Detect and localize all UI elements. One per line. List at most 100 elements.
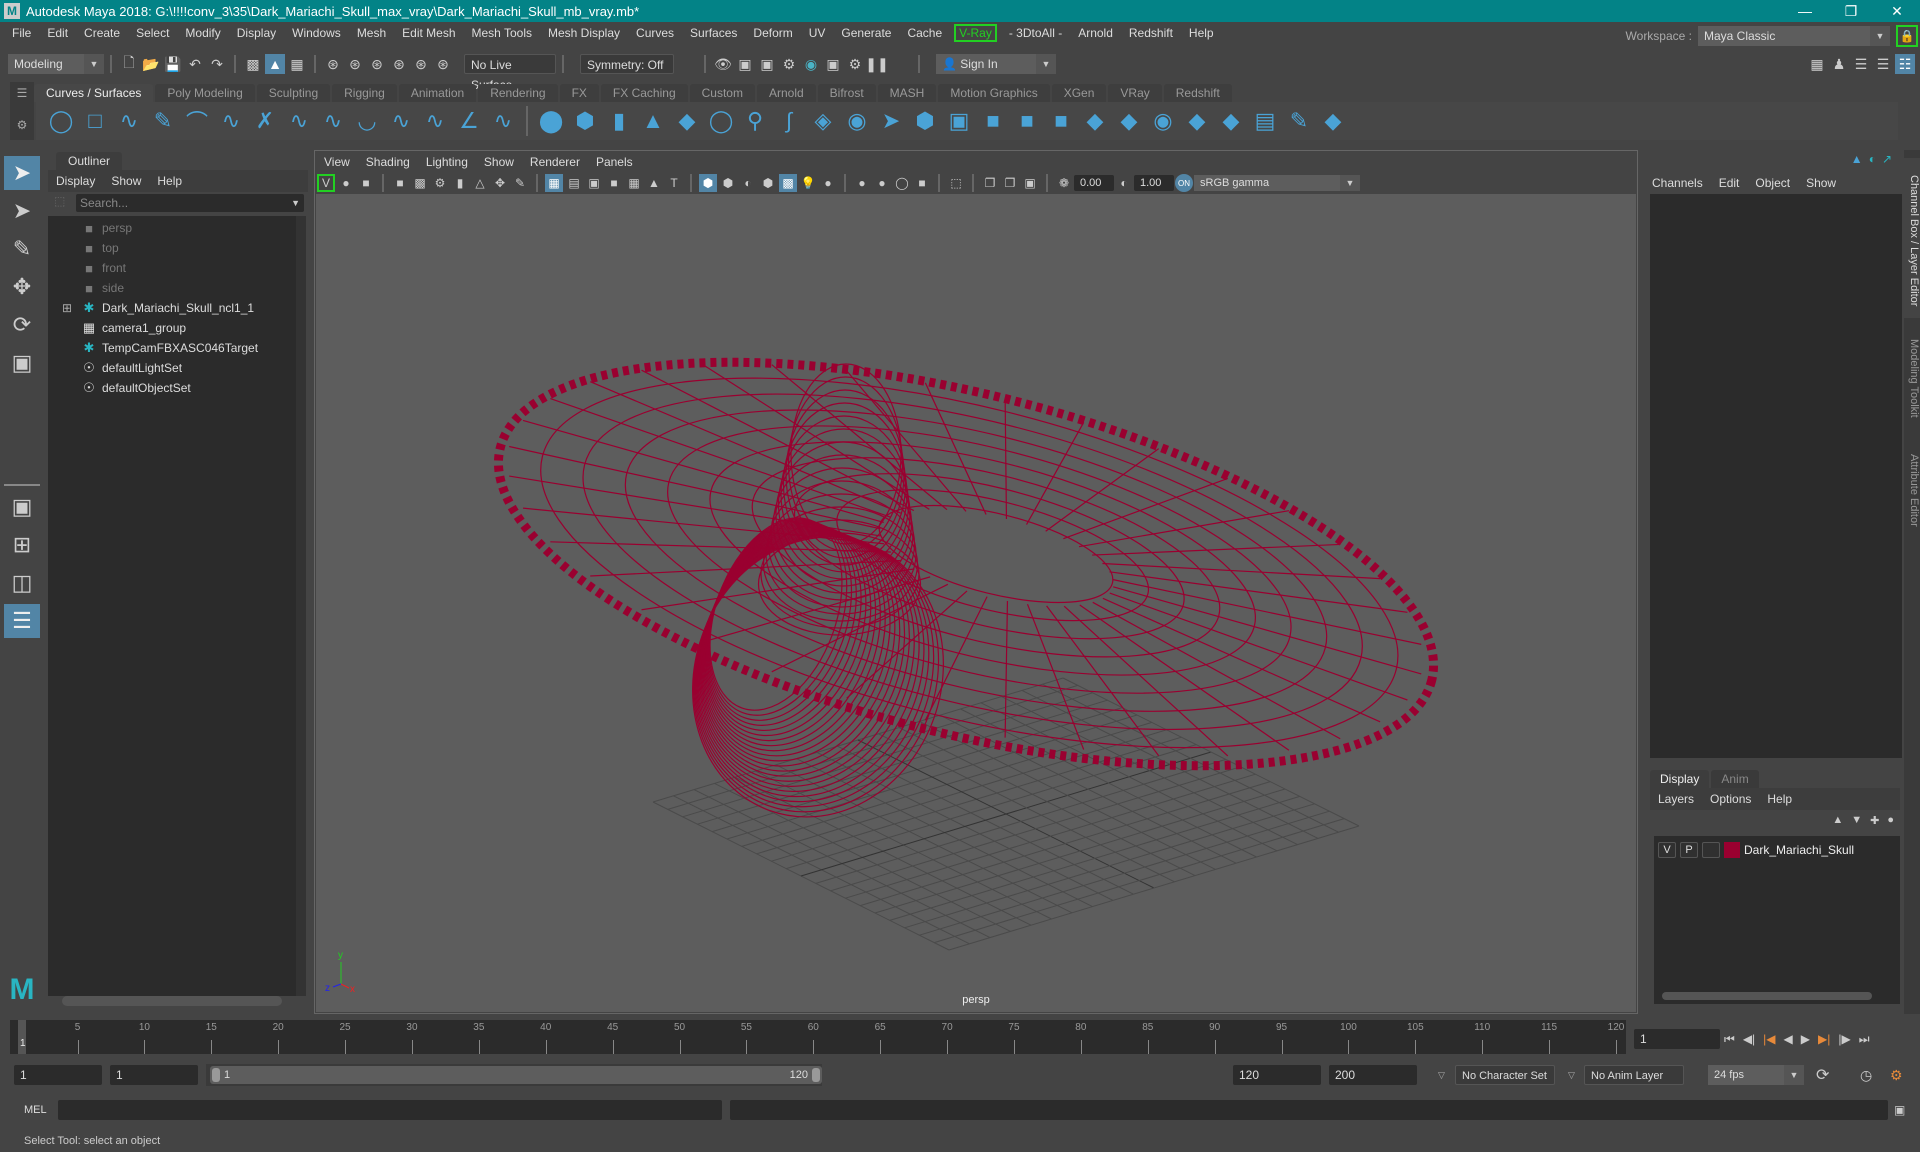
playback-end-field[interactable]: 120 <box>1233 1065 1321 1085</box>
color-space-dropdown[interactable]: sRGB gamma ▼ <box>1194 175 1360 191</box>
render-current-icon[interactable]: ▣ <box>735 54 755 74</box>
side-tab-channel-box[interactable]: Channel Box / Layer Editor <box>1904 158 1920 318</box>
menu-vray[interactable]: V-Ray <box>954 24 997 42</box>
restore-button[interactable]: ❐ <box>1828 0 1874 22</box>
intersect-surface-icon[interactable]: ◉ <box>1149 107 1177 135</box>
2d-pan-zoom-icon[interactable]: ✥ <box>491 174 509 192</box>
expand-icon[interactable]: ⊞ <box>62 301 80 315</box>
menu-uv[interactable]: UV <box>801 26 834 40</box>
command-input[interactable] <box>58 1100 722 1120</box>
range-slider-handle[interactable]: 1 120 <box>210 1066 822 1084</box>
menu-3dtoall[interactable]: - 3DtoAll - <box>1001 26 1070 40</box>
loop-icon[interactable]: ⟳ <box>1816 1065 1829 1085</box>
screen-space-ao-icon[interactable]: ● <box>853 174 871 192</box>
menu-edit[interactable]: Edit <box>39 26 76 40</box>
play-forwards-icon[interactable]: ▶ <box>1801 1032 1810 1046</box>
exposure-field[interactable]: 0.00 <box>1074 175 1114 191</box>
paint-surface-icon[interactable]: ✎ <box>1285 107 1313 135</box>
snap-grid-icon[interactable]: ⊛ <box>323 54 343 74</box>
menu-windows[interactable]: Windows <box>284 26 349 40</box>
nurbs-cylinder-icon[interactable]: ▮ <box>605 107 633 135</box>
cv-curve-icon[interactable]: ∿ <box>115 107 143 135</box>
outliner-item-camera1-group[interactable]: ▦ camera1_group <box>80 318 186 338</box>
shelf-menu-icon[interactable]: ☰ <box>10 86 34 100</box>
script-language-label[interactable]: MEL <box>24 1104 47 1116</box>
motion-blur-icon[interactable]: ● <box>873 174 891 192</box>
move-layer-up-icon[interactable]: ▲ <box>1832 814 1843 827</box>
smooth-shade-icon[interactable]: ⬢ <box>719 174 737 192</box>
attribute-editor-icon[interactable]: ☰ <box>1851 54 1871 74</box>
side-tab-modeling-toolkit[interactable]: Modeling Toolkit <box>1904 320 1920 430</box>
undo-icon[interactable]: ↶ <box>185 54 205 74</box>
menu-curves[interactable]: Curves <box>628 26 682 40</box>
three-point-arc-icon[interactable]: ⌒ <box>183 107 211 135</box>
sculpt-surface-icon[interactable]: ▤ <box>1251 107 1279 135</box>
time-slider[interactable]: 1 5 10 15 20 25 30 35 40 45 50 55 60 65 70 75 80 85 90 95 1… <box>10 1020 1626 1054</box>
anim-layer-field[interactable]: No Anim Layer <box>1584 1065 1684 1085</box>
shelf-tab-arnold[interactable]: Arnold <box>756 84 816 102</box>
playback-start-field[interactable]: 1 <box>110 1065 198 1085</box>
shelf-tab-fx-caching[interactable]: FX Caching <box>600 84 688 102</box>
revolve-icon[interactable]: ⚲ <box>741 107 769 135</box>
shelf-tab-fx[interactable]: FX <box>559 84 599 102</box>
gamma-icon[interactable]: ◐ <box>1115 174 1133 192</box>
layer-row[interactable]: V P Dark_Mariachi_Skull <box>1658 842 1854 858</box>
lock-camera-icon[interactable]: ▩ <box>411 174 429 192</box>
camera-attributes-icon[interactable]: ⚙ <box>431 174 449 192</box>
channel-box-icon[interactable]: ☷ <box>1895 54 1915 74</box>
outliner-item-default-light-set[interactable]: ☉ defaultLightSet <box>80 358 182 378</box>
planar-icon[interactable]: ◈ <box>809 107 837 135</box>
menu-help[interactable]: Help <box>1181 26 1222 40</box>
shelf-tab-rendering[interactable]: Rendering <box>478 84 558 102</box>
ipr-render-icon[interactable]: ▣ <box>757 54 777 74</box>
outliner-item-side[interactable]: ■ side <box>80 278 124 298</box>
stitch-icon[interactable]: ◆ <box>1217 107 1245 135</box>
film-gate-icon[interactable]: ▤ <box>565 174 583 192</box>
snap-point-icon[interactable]: ⊛ <box>367 54 387 74</box>
menu-deform[interactable]: Deform <box>745 26 800 40</box>
shelf-gear-icon[interactable]: ⚙ <box>10 118 34 132</box>
step-forward-key-icon[interactable]: ▶| <box>1818 1032 1830 1046</box>
outliner-item-front[interactable]: ■ front <box>80 258 126 278</box>
use-all-lights-icon[interactable]: 💡 <box>799 174 817 192</box>
lasso-tool-icon[interactable]: ➤ <box>4 194 40 228</box>
shelf-tab-motion-graphics[interactable]: Motion Graphics <box>938 84 1050 102</box>
light-editor-icon[interactable]: ⚙ <box>845 54 865 74</box>
layer-menu-help[interactable]: Help <box>1759 792 1800 806</box>
curve-edit-icon[interactable]: ∿ <box>285 107 313 135</box>
shelf-tab-poly-modeling[interactable]: Poly Modeling <box>155 84 255 102</box>
nurbs-sphere-icon[interactable]: ⬤ <box>537 107 565 135</box>
shelf-tab-mash[interactable]: MASH <box>877 84 937 102</box>
shelf-tab-sculpting[interactable]: Sculpting <box>256 84 331 102</box>
snap-view-icon[interactable]: ⊛ <box>389 54 409 74</box>
outliner-item-dark-mariachi-skull[interactable]: ⊞ ✱ Dark_Mariachi_Skull_ncl1_1 <box>62 298 254 318</box>
shelf-tab-custom[interactable]: Custom <box>689 84 755 102</box>
menu-set-dropdown[interactable]: Modeling ▼ <box>8 54 104 74</box>
depth-of-field-icon[interactable]: ■ <box>913 174 931 192</box>
offset-curve-icon[interactable]: ◡ <box>353 107 381 135</box>
project-curve-icon[interactable]: ◆ <box>1183 107 1211 135</box>
menu-mesh-display[interactable]: Mesh Display <box>540 26 628 40</box>
layer-tab-display[interactable]: Display <box>1650 770 1710 788</box>
single-pane-layout-icon[interactable]: ▣ <box>4 490 40 524</box>
scale-tool-icon[interactable]: ▣ <box>4 346 40 380</box>
viewport-menu-renderer[interactable]: Renderer <box>522 155 588 169</box>
viewport-persp[interactable]: y x z persp <box>316 194 1636 1012</box>
channel-menu-edit[interactable]: Edit <box>1711 176 1748 190</box>
grid-icon[interactable]: ▦ <box>545 174 563 192</box>
nurbs-cube-icon[interactable]: ⬢ <box>571 107 599 135</box>
character-set-field[interactable]: No Character Set <box>1455 1065 1555 1085</box>
nurbs-plane-icon[interactable]: ◆ <box>673 107 701 135</box>
exposure-icon[interactable]: ❁ <box>1055 174 1073 192</box>
nurbs-cone-icon[interactable]: ▲ <box>639 107 667 135</box>
nurbs-circle-icon[interactable]: ◯ <box>47 107 75 135</box>
field-chart-icon[interactable]: ▦ <box>625 174 643 192</box>
script-editor-icon[interactable]: ▣ <box>1894 1103 1905 1117</box>
menu-arnold[interactable]: Arnold <box>1070 26 1121 40</box>
default-material-icon[interactable]: ◐ <box>739 174 757 192</box>
attach-surface-icon[interactable]: ◆ <box>1081 107 1109 135</box>
rebuild-surface-icon[interactable]: ◆ <box>1319 107 1347 135</box>
step-back-key-icon[interactable]: |◀ <box>1763 1032 1775 1046</box>
shelf-tab-curves-surfaces[interactable]: Curves / Surfaces <box>34 84 154 102</box>
outliner-tab[interactable]: Outliner <box>56 152 123 170</box>
